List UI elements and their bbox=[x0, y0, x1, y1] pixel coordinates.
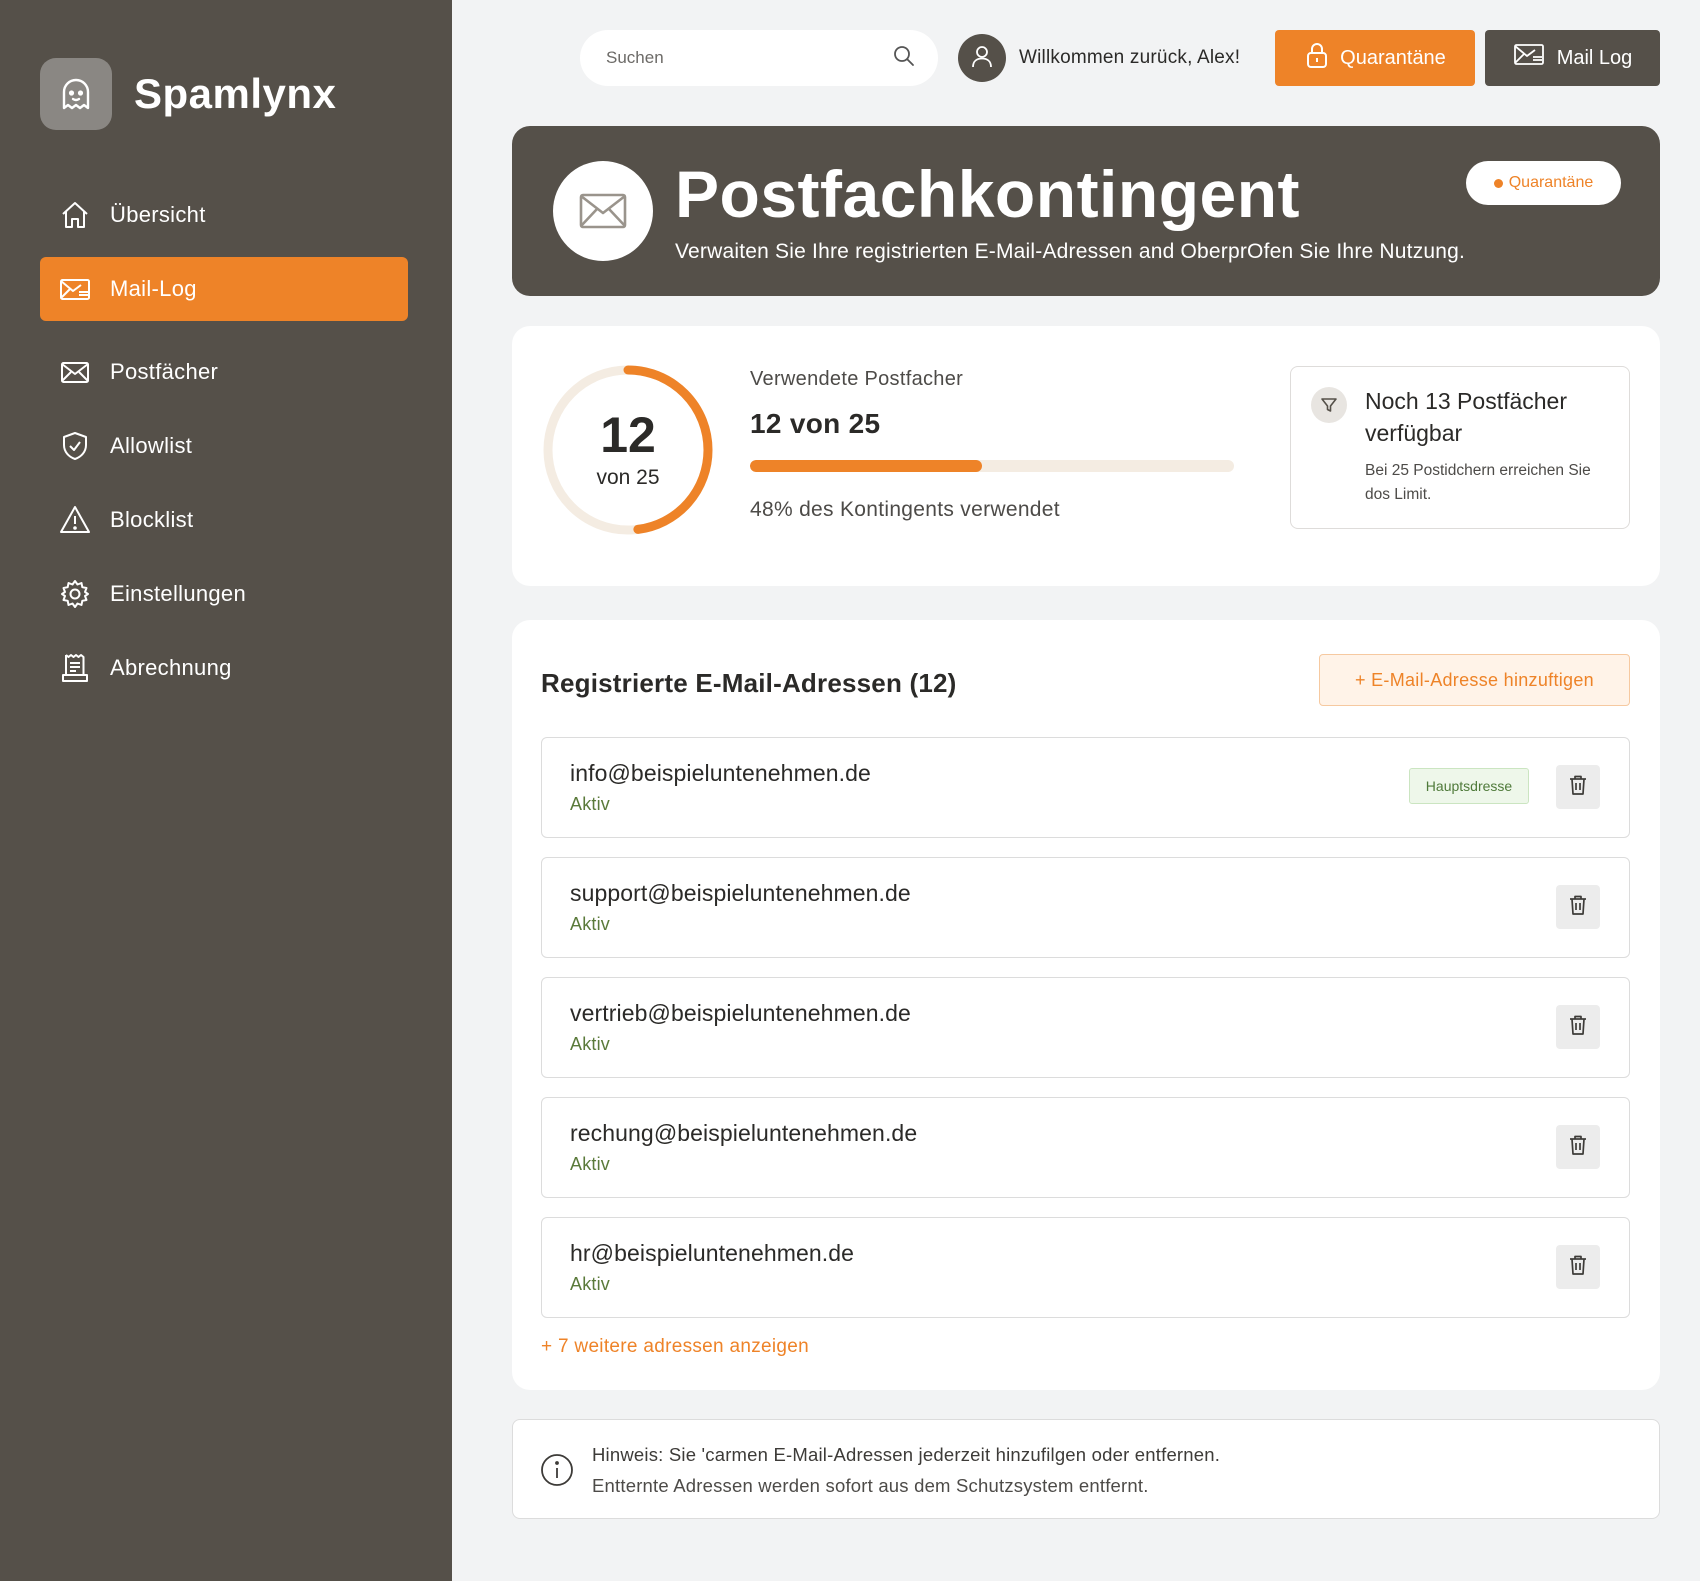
address-status: Aktiv bbox=[570, 1034, 611, 1054]
page-title: Postfachkontingent bbox=[675, 157, 1301, 231]
delete-button[interactable] bbox=[1556, 1005, 1600, 1049]
address-list-card: Registrierte E-Mail-Adressen (12) + E-Ma… bbox=[512, 620, 1660, 1390]
address-email: support@beispieluntenehmen.de bbox=[570, 880, 911, 906]
address-email: info@beispieluntenehmen.de bbox=[570, 760, 871, 786]
sidebar-item-label: Blocklist bbox=[110, 507, 194, 532]
quarantine-button[interactable]: Quarantäne bbox=[1275, 30, 1475, 86]
sidebar-item-postfaecher[interactable]: Postfächer bbox=[40, 340, 408, 404]
search-icon[interactable] bbox=[892, 44, 916, 73]
delete-button[interactable] bbox=[1556, 885, 1600, 929]
envelope-icon bbox=[58, 355, 92, 389]
lock-icon bbox=[1304, 41, 1330, 75]
trash-icon bbox=[1566, 773, 1590, 802]
user-icon bbox=[969, 43, 995, 74]
gear-icon bbox=[58, 577, 92, 611]
sidebar-item-label: Abrechnung bbox=[110, 655, 232, 680]
note-line-1: Hinweis: Sie 'carmen E-Mail-Adressen jed… bbox=[592, 1444, 1221, 1465]
quarantine-button-label: Quarantäne bbox=[1340, 46, 1446, 69]
brand-name: Spamlynx bbox=[134, 70, 337, 117]
shield-check-icon bbox=[58, 429, 92, 463]
address-status: Aktiv bbox=[570, 1274, 611, 1294]
trash-icon bbox=[1566, 893, 1590, 922]
quota-used-number: 12 bbox=[600, 407, 656, 463]
address-email: hr@beispieluntenehmen.de bbox=[570, 1240, 855, 1266]
sidebar-item-abrechnung[interactable]: Abrechnung bbox=[40, 636, 408, 700]
quota-progress-bar bbox=[750, 460, 1234, 472]
filter-icon bbox=[1311, 387, 1347, 423]
ghost-icon bbox=[40, 58, 112, 130]
quota-label: Verwendete Postfacher bbox=[750, 368, 964, 390]
address-row: support@beispieluntenehmen.de Aktiv bbox=[541, 857, 1630, 958]
address-row: hr@beispieluntenehmen.de Aktiv bbox=[541, 1217, 1630, 1318]
quarantine-badge[interactable]: Quarantäne bbox=[1466, 161, 1621, 205]
trash-icon bbox=[1566, 1133, 1590, 1162]
address-email: vertrieb@beispieluntenehmen.de bbox=[570, 1000, 911, 1026]
address-status: Aktiv bbox=[570, 1154, 611, 1174]
availability-text: Bei 25 Postidchern erreichen Sie dos Lim… bbox=[1365, 462, 1591, 503]
receipt-icon bbox=[58, 651, 92, 685]
brand[interactable]: Spamlynx bbox=[40, 58, 336, 130]
sidebar-item-label: Allowlist bbox=[110, 433, 193, 458]
trash-icon bbox=[1566, 1253, 1590, 1282]
sidebar-item-label: Mail-Log bbox=[110, 276, 197, 301]
quota-value: 12 von 25 bbox=[750, 408, 881, 439]
sidebar-item-mail-log[interactable]: Mail-Log bbox=[40, 257, 408, 321]
status-dot bbox=[1493, 178, 1503, 188]
mail-list-icon bbox=[1513, 42, 1545, 74]
address-row: rechung@beispieluntenehmen.de Aktiv bbox=[541, 1097, 1630, 1198]
quota-percent-text: 48% des Kontingents verwendet bbox=[750, 498, 1060, 521]
welcome-text: Willkommen zurück, Alex! bbox=[1019, 47, 1241, 68]
note-line-2: Entternte Adressen werden sofort aus dem… bbox=[592, 1475, 1149, 1496]
quota-total-label: von 25 bbox=[596, 466, 660, 489]
delete-button[interactable] bbox=[1556, 1245, 1600, 1289]
primary-address-badge: Hauptsdresse bbox=[1409, 768, 1529, 804]
page-subtitle: Verwaiten Sie Ihre registrierten E-Mail-… bbox=[675, 240, 1466, 263]
info-note: Hinweis: Sie 'carmen E-Mail-Adressen jed… bbox=[512, 1419, 1660, 1519]
availability-title: Noch 13 Postfächer verfügbar bbox=[1365, 388, 1568, 446]
sidebar-item-uebersicht[interactable]: Übersicht bbox=[40, 183, 408, 247]
mail-list-icon bbox=[58, 272, 92, 306]
home-icon bbox=[58, 198, 92, 232]
sidebar-item-label: Übersicht bbox=[110, 202, 206, 227]
warning-icon bbox=[58, 503, 92, 537]
quota-card: 12 von 25 Verwendete Postfacher 12 von 2… bbox=[512, 326, 1660, 586]
mail-log-button[interactable]: Mail Log bbox=[1485, 30, 1660, 86]
address-row: info@beispieluntenehmen.de Aktiv Hauptsd… bbox=[541, 737, 1630, 838]
address-status: Aktiv bbox=[570, 794, 611, 814]
sidebar-item-blocklist[interactable]: Blocklist bbox=[40, 488, 408, 552]
search-input[interactable] bbox=[606, 48, 892, 68]
sidebar-item-allowlist[interactable]: Allowlist bbox=[40, 414, 408, 478]
show-more-link[interactable]: + 7 weitere adressen anzeigen bbox=[541, 1336, 809, 1358]
delete-button[interactable] bbox=[1556, 765, 1600, 809]
add-email-button[interactable]: + E-Mail-Adresse hinzuftigen bbox=[1319, 654, 1630, 706]
sidebar: Spamlynx Übersicht Mail-Log Postfächer A… bbox=[0, 0, 452, 1581]
sidebar-item-label: Postfächer bbox=[110, 359, 219, 384]
quarantine-badge-label: Quarantäne bbox=[1508, 174, 1594, 191]
envelope-icon bbox=[553, 161, 653, 261]
avatar[interactable] bbox=[958, 34, 1006, 82]
availability-card: Noch 13 Postfächer verfügbar Bei 25 Post… bbox=[1290, 366, 1630, 529]
quota-progress-fill bbox=[750, 460, 983, 472]
address-list-title: Registrierte E-Mail-Adressen (12) bbox=[541, 668, 957, 698]
mail-log-button-label: Mail Log bbox=[1556, 46, 1633, 69]
sidebar-item-einstellungen[interactable]: Einstellungen bbox=[40, 562, 408, 626]
info-icon bbox=[540, 1453, 574, 1487]
delete-button[interactable] bbox=[1556, 1125, 1600, 1169]
search-box[interactable] bbox=[580, 30, 938, 86]
address-row: vertrieb@beispieluntenehmen.de Aktiv bbox=[541, 977, 1630, 1078]
hero-banner: Postfachkontingent Verwaiten Sie Ihre re… bbox=[512, 126, 1660, 296]
address-email: rechung@beispieluntenehmen.de bbox=[570, 1120, 918, 1146]
sidebar-item-label: Einstellungen bbox=[110, 581, 246, 606]
address-status: Aktiv bbox=[570, 914, 611, 934]
trash-icon bbox=[1566, 1013, 1590, 1042]
